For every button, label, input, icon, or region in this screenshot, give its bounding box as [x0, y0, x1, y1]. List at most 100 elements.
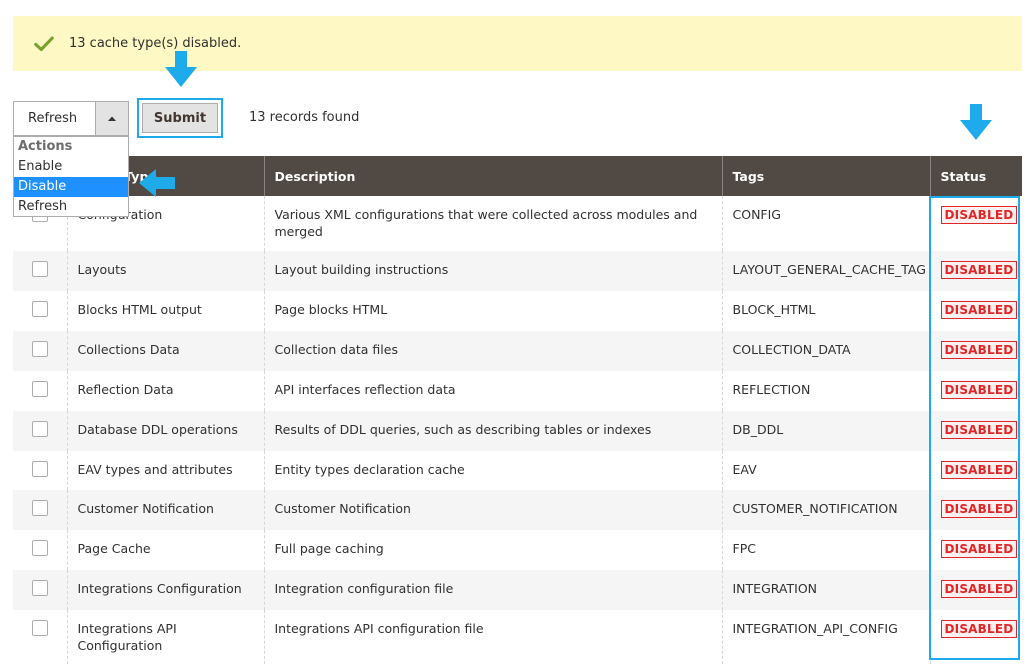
submit-highlight: Submit — [137, 98, 223, 138]
cell-description: Integrations API configuration file — [263, 610, 722, 664]
action-option-refresh[interactable]: Refresh — [14, 197, 128, 217]
row-select-cell — [13, 291, 67, 331]
status-badge: DISABLED — [940, 500, 1018, 518]
row-select-cell — [13, 251, 67, 291]
cell-status: DISABLED — [929, 331, 1022, 371]
cell-status: DISABLED — [929, 291, 1022, 331]
cell-status: DISABLED — [929, 610, 1022, 664]
table-row: Customer Notification Customer Notificati… — [13, 490, 1022, 530]
row-select-cell — [13, 411, 67, 451]
cell-tags: COLLECTION_DATA — [721, 331, 930, 371]
row-select-cell — [13, 610, 67, 664]
cell-tags: EAV — [721, 451, 930, 490]
row-checkbox[interactable] — [31, 461, 48, 477]
row-checkbox[interactable] — [31, 500, 48, 516]
column-header-tags[interactable]: Tags — [721, 156, 930, 196]
row-checkbox[interactable] — [31, 580, 48, 596]
row-checkbox[interactable] — [31, 421, 48, 437]
row-checkbox[interactable] — [31, 261, 48, 277]
records-count: 13 records found — [249, 110, 360, 125]
cell-tags: CONFIG — [721, 196, 930, 251]
cell-cache-type: Collections Data — [66, 331, 264, 371]
status-badge: DISABLED — [940, 206, 1018, 224]
row-select-cell — [13, 570, 67, 610]
cell-status: DISABLED — [929, 411, 1022, 451]
table-row: ConfigurationVarious XML configurations … — [13, 196, 1022, 251]
cell-status: DISABLED — [929, 371, 1022, 411]
cell-cache-type: Blocks HTML output — [66, 291, 264, 331]
row-select-cell — [13, 490, 67, 530]
cell-description: Collection data files — [263, 331, 722, 371]
mass-action-toolbar: Refresh Submit 13 records found — [13, 98, 613, 138]
cell-description: Various XML configurations that were col… — [263, 196, 722, 251]
cell-cache-type: Layouts — [66, 251, 264, 291]
cell-status: DISABLED — [929, 570, 1022, 610]
row-checkbox[interactable] — [31, 620, 48, 636]
submit-button[interactable]: Submit — [142, 103, 218, 133]
status-badge: DISABLED — [940, 540, 1018, 558]
table-row: Integrations Configuration Integration co… — [13, 570, 1022, 610]
cell-tags: DB_DDL — [721, 411, 930, 451]
row-checkbox[interactable] — [31, 341, 48, 357]
status-badge: DISABLED — [940, 261, 1018, 279]
cell-cache-type: Integrations API Configuration — [66, 610, 264, 664]
actions-select-toggle[interactable] — [95, 102, 128, 135]
status-badge: DISABLED — [940, 341, 1018, 359]
row-checkbox[interactable] — [31, 381, 48, 397]
cache-types-table: Cache Type Description Tags Status Confi… — [13, 156, 1022, 664]
cell-tags: REFLECTION — [721, 371, 930, 411]
column-header-description[interactable]: Description — [263, 156, 722, 196]
row-checkbox[interactable] — [31, 301, 48, 317]
cell-cache-type: Integrations Configuration — [66, 570, 264, 610]
column-header-status[interactable]: Status — [929, 156, 1022, 196]
table-row: Collections Data Collection data files COL… — [13, 331, 1022, 371]
cell-tags: LAYOUT_GENERAL_CACHE_TAG — [721, 251, 930, 291]
cell-status: DISABLED — [929, 451, 1022, 490]
status-badge: DISABLED — [940, 461, 1018, 479]
cell-cache-type: Reflection Data — [66, 371, 264, 411]
cell-description: Entity types declaration cache — [263, 451, 722, 490]
cell-status: DISABLED — [929, 530, 1022, 570]
actions-select-value: Refresh — [28, 111, 78, 126]
triangle-up-icon — [108, 116, 116, 121]
cell-description: Customer Notification — [263, 490, 722, 530]
action-option-enable[interactable]: Enable — [14, 157, 128, 177]
row-select-cell — [13, 451, 67, 490]
status-badge: DISABLED — [940, 620, 1018, 638]
cell-description: Integration configuration file — [263, 570, 722, 610]
cell-tags: BLOCK_HTML — [721, 291, 930, 331]
row-checkbox[interactable] — [31, 540, 48, 556]
cell-cache-type: Page Cache — [66, 530, 264, 570]
status-badge: DISABLED — [940, 301, 1018, 319]
table-row: Database DDL operations Results of DDL qu… — [13, 411, 1022, 451]
cell-description: Results of DDL queries, such as describi… — [263, 411, 722, 451]
row-select-cell — [13, 331, 67, 371]
actions-dropdown-menu: Actions Enable Disable Refresh — [13, 136, 129, 217]
cell-description: Full page caching — [263, 530, 722, 570]
row-select-cell — [13, 371, 67, 411]
actions-select[interactable]: Refresh — [13, 101, 129, 136]
cell-status: DISABLED — [929, 490, 1022, 530]
cell-tags: INTEGRATION_API_CONFIG — [721, 610, 930, 664]
cell-description: API interfaces reflection data — [263, 371, 722, 411]
status-badge: DISABLED — [940, 381, 1018, 399]
arrow-icon — [165, 51, 197, 87]
cell-status: DISABLED — [929, 196, 1022, 251]
actions-group-label: Actions — [18, 139, 73, 154]
row-select-cell — [13, 530, 67, 570]
status-badge: DISABLED — [940, 421, 1018, 439]
table-row: Integrations API Configuration Integratio… — [13, 610, 1022, 664]
table-row: Layouts Layout building instructions LAYOU… — [13, 251, 1022, 291]
action-option-disable[interactable]: Disable — [14, 177, 128, 197]
cell-status: DISABLED — [929, 251, 1022, 291]
status-badge: DISABLED — [940, 580, 1018, 598]
arrow-icon — [960, 104, 992, 140]
success-message-text: 13 cache type(s) disabled. — [69, 36, 242, 51]
arrow-icon — [139, 169, 175, 197]
check-icon — [34, 35, 54, 51]
cell-cache-type: Customer Notification — [66, 490, 264, 530]
table-row: EAV types and attributes Entity types dec… — [13, 451, 1022, 490]
cell-tags: FPC — [721, 530, 930, 570]
table-row: Page Cache Full page caching FPC DISABLED — [13, 530, 1022, 570]
cell-tags: CUSTOMER_NOTIFICATION — [721, 490, 930, 530]
